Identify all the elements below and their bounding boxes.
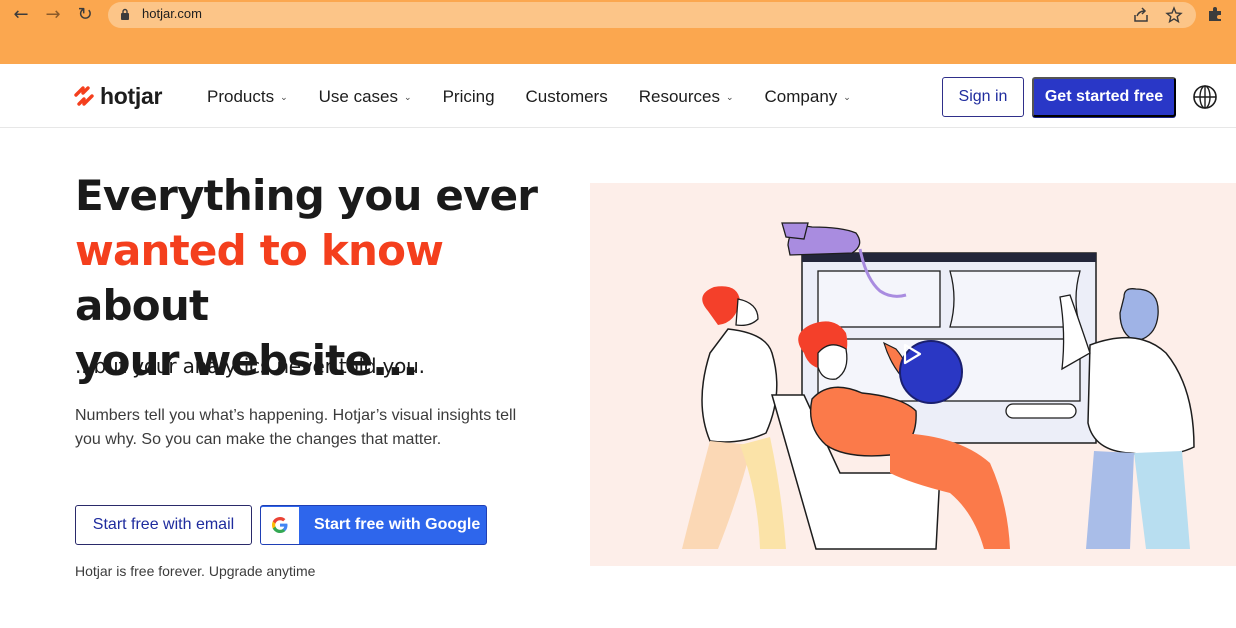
nav-item-use-cases[interactable]: Use cases ⌄ bbox=[319, 86, 412, 108]
url-text: hotjar.com bbox=[142, 6, 202, 21]
back-arrow-icon[interactable]: ← bbox=[10, 4, 32, 26]
nav-label: Customers bbox=[525, 87, 608, 106]
chevron-down-icon: ⌄ bbox=[404, 91, 412, 102]
extensions-puzzle-icon[interactable] bbox=[1206, 5, 1224, 23]
address-bar[interactable]: hotjar.com bbox=[108, 2, 1196, 28]
forward-arrow-icon[interactable]: → bbox=[42, 4, 64, 26]
free-forever-note: Hotjar is free forever. Upgrade anytime bbox=[75, 563, 316, 579]
hero-title-line-2-end: about bbox=[75, 281, 209, 330]
reload-icon[interactable]: ↻ bbox=[74, 4, 96, 26]
chevron-down-icon: ⌄ bbox=[280, 91, 288, 102]
standing-man-coat bbox=[1087, 336, 1195, 456]
woman-hair bbox=[702, 286, 740, 325]
nav-item-resources[interactable]: Resources ⌄ bbox=[639, 86, 734, 108]
nav-item-pricing[interactable]: Pricing bbox=[443, 86, 495, 108]
woman-torso bbox=[701, 328, 778, 443]
mockup-pill bbox=[1005, 403, 1077, 419]
sign-in-button[interactable]: Sign in bbox=[942, 77, 1024, 117]
hero-title-accent: wanted to know bbox=[75, 226, 444, 275]
chevron-down-icon: ⌄ bbox=[843, 91, 851, 102]
standing-man-head bbox=[1119, 288, 1159, 342]
google-g-icon bbox=[272, 517, 288, 533]
browser-chrome: ← → ↻ hotjar.com bbox=[0, 0, 1236, 64]
hero-illustration bbox=[590, 183, 1236, 566]
nav-item-customers[interactable]: Customers bbox=[526, 86, 608, 108]
lock-icon bbox=[121, 8, 129, 20]
cat-head bbox=[781, 222, 809, 240]
share-icon[interactable] bbox=[1132, 6, 1150, 24]
woman-leg-back bbox=[682, 441, 752, 549]
logo-text: hotjar bbox=[100, 82, 163, 109]
hotjar-logo-icon bbox=[74, 86, 94, 106]
google-button-label: Start free with Google bbox=[314, 516, 481, 533]
chevron-down-icon: ⌄ bbox=[725, 91, 734, 102]
main-nav: Products ⌄ Use cases ⌄ Pricing Customers R… bbox=[207, 86, 882, 108]
mockup-window-bar bbox=[802, 253, 1096, 262]
woman-leg-front bbox=[740, 437, 786, 549]
google-logo-box bbox=[261, 506, 299, 544]
hero-title-line-1: Everything you ever bbox=[75, 171, 538, 220]
video-play-button[interactable] bbox=[899, 340, 963, 404]
globe-icon[interactable] bbox=[1192, 84, 1218, 110]
site-header: hotjar Products ⌄ Use cases ⌄ Pricing Cust… bbox=[0, 64, 1236, 128]
nav-item-products[interactable]: Products ⌄ bbox=[207, 86, 288, 108]
get-started-free-button[interactable]: Get started free bbox=[1032, 77, 1176, 117]
play-icon bbox=[903, 343, 922, 365]
star-icon[interactable] bbox=[1165, 6, 1183, 24]
nav-label: Resources bbox=[638, 87, 720, 106]
hotjar-logo[interactable]: hotjar bbox=[74, 82, 162, 110]
man-face bbox=[817, 344, 848, 380]
nav-label: Products bbox=[207, 87, 275, 106]
hero-description: Numbers tell you what’s happening. Hotja… bbox=[75, 407, 517, 448]
hero-subhead: ...but your analytics never told you. bbox=[75, 354, 425, 378]
standing-man-leg-right bbox=[1134, 451, 1190, 549]
standing-man-leg-left bbox=[1086, 451, 1134, 549]
nav-label: Pricing bbox=[442, 87, 495, 106]
nav-item-company[interactable]: Company ⌄ bbox=[765, 86, 851, 108]
mockup-panel-left bbox=[817, 270, 941, 328]
start-free-with-google-button[interactable]: Start free with Google bbox=[260, 505, 487, 545]
woman-face bbox=[735, 298, 759, 327]
nav-label: Company bbox=[764, 87, 838, 106]
start-free-with-email-button[interactable]: Start free with email bbox=[75, 505, 252, 545]
nav-label: Use cases bbox=[318, 87, 399, 106]
